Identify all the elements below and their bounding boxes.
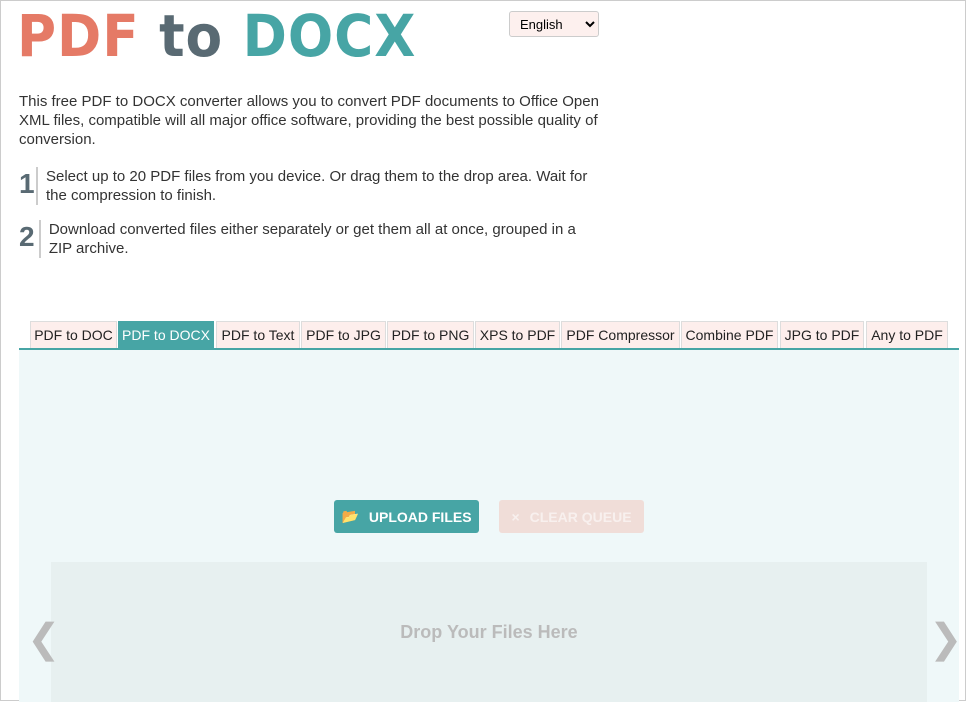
tab-xps-to-pdf[interactable]: XPS to PDF (475, 321, 560, 348)
step-text: Download converted files either separate… (38, 220, 599, 258)
language-select[interactable]: English (509, 11, 599, 37)
tab-any-to-pdf[interactable]: Any to PDF (866, 321, 948, 348)
logo-pdf: PDF (17, 2, 140, 70)
step-text: Select up to 20 PDF files from you devic… (36, 167, 599, 205)
tab-pdf-to-doc[interactable]: PDF to DOC (30, 321, 117, 348)
tab-pdf-compressor[interactable]: PDF Compressor (561, 321, 680, 348)
intro-text: This free PDF to DOCX converter allows y… (19, 93, 599, 148)
tab-combine-pdf[interactable]: Combine PDF (681, 321, 778, 348)
tab-pdf-to-png[interactable]: PDF to PNG (387, 321, 474, 348)
tab-pdf-to-jpg[interactable]: PDF to JPG (301, 321, 386, 348)
logo-docx: DOCX (242, 2, 417, 70)
step-2: 2 Download converted files either separat… (19, 220, 599, 258)
step-1: 1 Select up to 20 PDF files from you devi… (19, 167, 599, 205)
step-number: 1 (19, 168, 35, 199)
upload-label: UPLOAD FILES (368, 508, 472, 525)
tab-jpg-to-pdf[interactable]: JPG to PDF (780, 321, 864, 348)
clear-label: CLEAR QUEUE (529, 508, 632, 525)
tab-pdf-to-text[interactable]: PDF to Text (216, 321, 300, 348)
logo-to: to (159, 2, 224, 70)
logo[interactable]: PDF to DOCX (17, 6, 416, 66)
close-icon: × (511, 508, 520, 525)
drop-zone[interactable]: Drop Your Files Here (51, 562, 927, 702)
upload-files-button[interactable]: 📂 UPLOAD FILES (334, 500, 479, 533)
step-number: 2 (19, 221, 35, 252)
folder-open-icon: 📂 (341, 508, 359, 524)
tab-pdf-to-docx[interactable]: PDF to DOCX (118, 321, 214, 348)
drop-zone-label: Drop Your Files Here (400, 621, 578, 642)
chevron-right-icon[interactable]: ❯ (929, 616, 963, 662)
clear-queue-button[interactable]: × CLEAR QUEUE (499, 500, 644, 533)
chevron-left-icon[interactable]: ❮ (27, 616, 61, 662)
